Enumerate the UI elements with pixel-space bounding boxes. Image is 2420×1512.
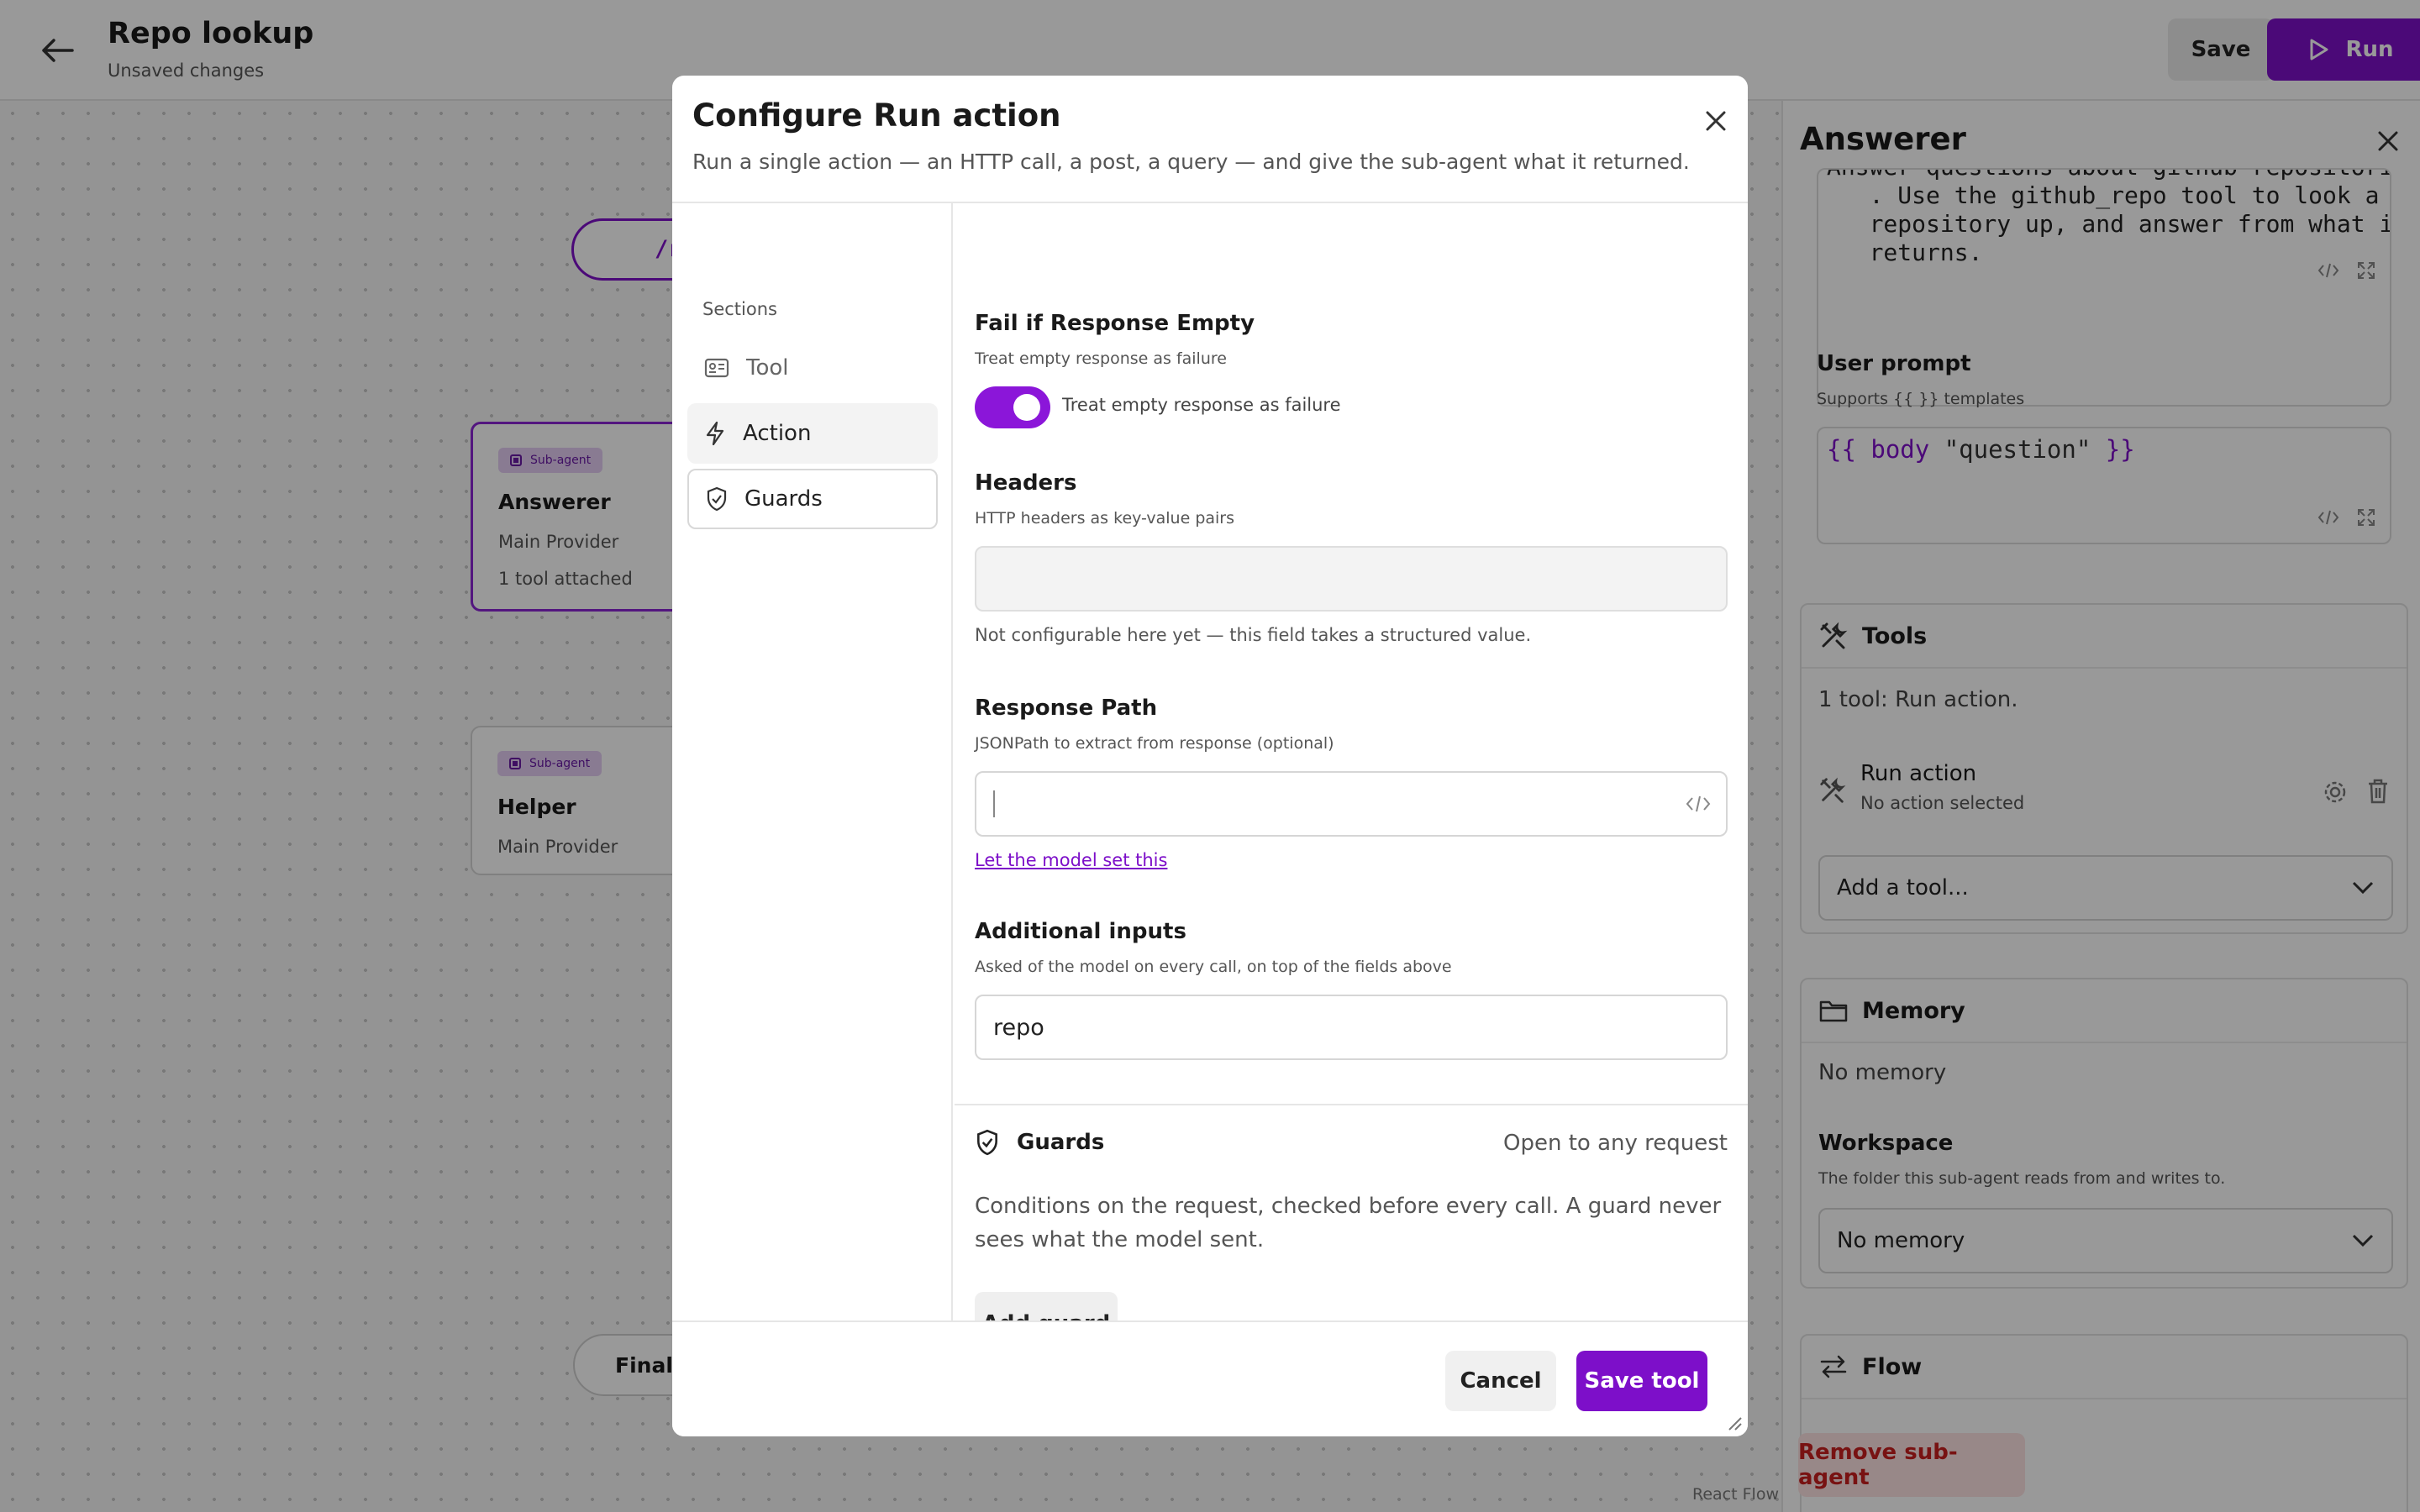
headers-hint: HTTP headers as key-value pairs	[975, 509, 1235, 528]
guards-status: Open to any request	[1503, 1131, 1728, 1156]
divider	[955, 1104, 1748, 1105]
cancel-button[interactable]: Cancel	[1445, 1351, 1556, 1411]
fail-empty-label: Fail if Response Empty	[975, 311, 1255, 336]
dialog-title: Configure Run action	[692, 97, 1061, 134]
resize-grip-icon[interactable]	[1724, 1413, 1743, 1431]
let-model-set-link[interactable]: Let the model set this	[975, 850, 1167, 870]
headers-label: Headers	[975, 470, 1077, 496]
fail-empty-hint: Treat empty response as failure	[975, 349, 1227, 368]
section-action[interactable]: Action	[687, 403, 938, 464]
additional-inputs-value: repo	[993, 1014, 1044, 1041]
guards-title: Guards	[1017, 1130, 1105, 1155]
sections-nav: Sections Tool Action Guards	[672, 203, 953, 1320]
sections-label: Sections	[702, 299, 777, 319]
response-path-hint: JSONPath to extract from response (optio…	[975, 734, 1334, 753]
guards-header: Guards	[975, 1129, 1104, 1156]
section-tool[interactable]: Tool	[687, 338, 938, 398]
text-caret	[993, 790, 995, 817]
response-path-input[interactable]	[975, 771, 1728, 837]
section-label: Tool	[746, 355, 789, 381]
configure-action-dialog: Configure Run action Run a single action…	[672, 76, 1748, 1436]
shield-check-icon	[707, 486, 727, 512]
bolt-icon	[706, 421, 724, 446]
dialog-description: Run a single action — an HTTP call, a po…	[692, 150, 1690, 174]
dialog-footer: Cancel Save tool	[672, 1320, 1748, 1436]
close-icon	[1706, 111, 1726, 131]
section-label: Action	[743, 421, 812, 446]
fail-empty-toggle[interactable]	[975, 386, 1050, 428]
toggle-knob	[1013, 394, 1040, 421]
section-guards[interactable]: Guards	[687, 469, 938, 529]
response-path-label: Response Path	[975, 696, 1158, 721]
guards-description: Conditions on the request, checked befor…	[975, 1194, 1722, 1252]
additional-inputs-hint: Asked of the model on every call, on top…	[975, 958, 1452, 976]
add-guard-button[interactable]: Add guard	[975, 1292, 1118, 1320]
dialog-form: Fail if Response Empty Treat empty respo…	[955, 203, 1748, 1320]
dialog-close-button[interactable]	[1699, 104, 1733, 138]
id-card-icon	[704, 358, 729, 378]
shield-check-icon	[977, 1129, 997, 1156]
fail-empty-toggle-label: Treat empty response as failure	[1062, 395, 1341, 415]
headers-note: Not configurable here yet — this field t…	[975, 625, 1532, 645]
code-icon[interactable]	[1686, 793, 1711, 815]
additional-inputs-field[interactable]: repo	[975, 995, 1728, 1060]
save-tool-button[interactable]: Save tool	[1576, 1351, 1707, 1411]
section-label: Guards	[744, 486, 823, 512]
headers-field	[975, 546, 1728, 612]
additional-inputs-label: Additional inputs	[975, 919, 1186, 944]
